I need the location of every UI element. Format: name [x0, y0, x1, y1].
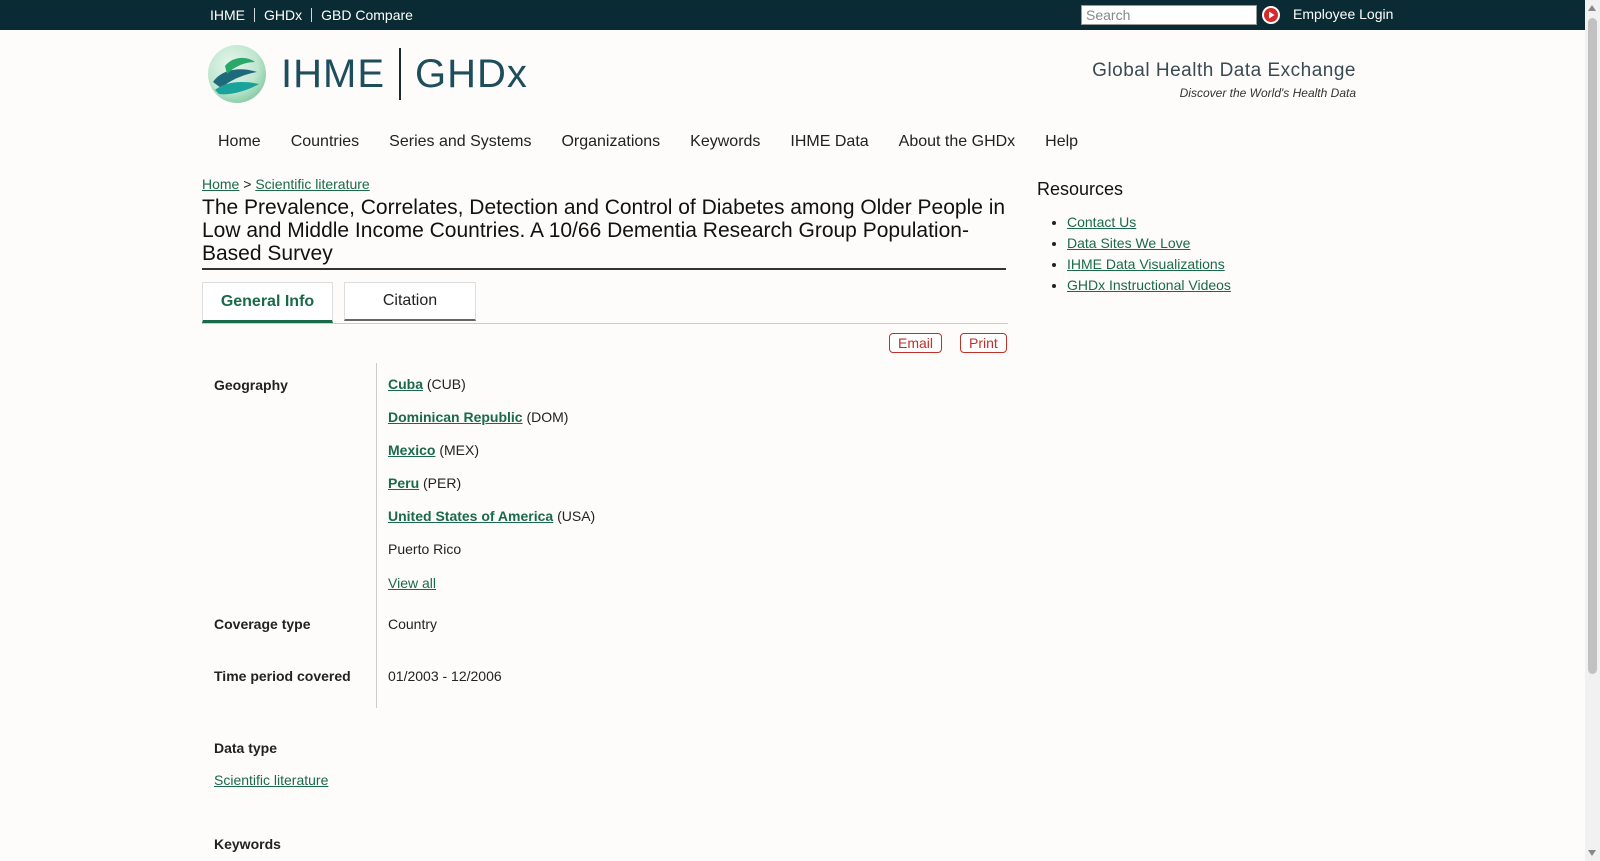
logo-divider [399, 48, 401, 100]
list-item: Peru (PER) [388, 475, 595, 508]
page-scrollbar[interactable] [1585, 0, 1600, 861]
scroll-up-icon[interactable] [1588, 5, 1596, 11]
time-period-label: Time period covered [214, 668, 351, 684]
top-link-gbd-compare[interactable]: GBD Compare [311, 8, 422, 22]
list-item: Puerto Rico [388, 541, 595, 574]
tagline-title: Global Health Data Exchange [1092, 60, 1356, 81]
region-name: Puerto Rico [388, 541, 462, 557]
search-input[interactable] [1081, 5, 1257, 25]
data-type-link[interactable]: Scientific literature [214, 772, 328, 788]
top-link-ghdx[interactable]: GHDx [254, 8, 311, 22]
country-link[interactable]: United States of America [388, 508, 553, 524]
country-code: (PER) [423, 475, 462, 491]
nav-ihme-data[interactable]: IHME Data [775, 130, 883, 154]
logo-ihme-text: IHME [281, 51, 385, 96]
list-item: Dominican Republic (DOM) [388, 409, 595, 442]
country-link[interactable]: Cuba [388, 376, 423, 392]
breadcrumb-separator: > [243, 176, 252, 192]
keywords-label: Keywords [214, 836, 281, 852]
employee-login-link[interactable]: Employee Login [1293, 6, 1393, 22]
leaf-globe-icon [208, 45, 266, 103]
list-item: GHDx Instructional Videos [1067, 277, 1231, 298]
nav-countries[interactable]: Countries [276, 130, 374, 154]
field-divider [376, 363, 377, 708]
page-title: The Prevalence, Correlates, Detection an… [202, 196, 1006, 270]
tab-citation[interactable]: Citation [344, 282, 476, 321]
nav-help[interactable]: Help [1030, 130, 1093, 154]
country-code: (USA) [557, 508, 596, 524]
record-tabs: General Info Citation [202, 282, 1008, 324]
country-code: (MEX) [439, 442, 480, 458]
resources-heading: Resources [1037, 179, 1124, 199]
country-link[interactable]: Mexico [388, 442, 435, 458]
country-code: (CUB) [426, 376, 466, 392]
print-button[interactable]: Print [960, 333, 1007, 353]
country-link[interactable]: Peru [388, 475, 419, 491]
email-button[interactable]: Email [889, 333, 943, 353]
list-item: Data Sites We Love [1067, 235, 1231, 256]
main-navigation: Home Countries Series and Systems Organi… [203, 130, 1093, 154]
view-all-geography-link[interactable]: View all [388, 575, 436, 591]
resource-link-videos[interactable]: GHDx Instructional Videos [1067, 277, 1231, 293]
geography-label: Geography [214, 377, 288, 393]
list-item: Mexico (MEX) [388, 442, 595, 475]
list-item: United States of America (USA) [388, 508, 595, 541]
resources-list: Contact Us Data Sites We Love IHME Data … [1049, 214, 1231, 298]
list-item: IHME Data Visualizations [1067, 256, 1231, 277]
nav-home[interactable]: Home [203, 130, 276, 154]
scrollbar-thumb[interactable] [1588, 18, 1597, 674]
top-links: IHME GHDx GBD Compare [204, 0, 422, 30]
ihme-ghdx-logo[interactable]: IHME GHDx [207, 44, 528, 104]
nav-organizations[interactable]: Organizations [546, 130, 675, 154]
top-link-ihme[interactable]: IHME [204, 8, 254, 22]
resource-link-visualizations[interactable]: IHME Data Visualizations [1067, 256, 1225, 272]
data-type-label: Data type [214, 740, 278, 756]
breadcrumb-home[interactable]: Home [202, 176, 239, 192]
breadcrumb-current[interactable]: Scientific literature [255, 176, 369, 192]
geography-list: Cuba (CUB) Dominican Republic (DOM) Mexi… [388, 376, 595, 574]
country-code: (DOM) [526, 409, 569, 425]
coverage-type-value: Country [388, 616, 438, 632]
resource-link-data-sites[interactable]: Data Sites We Love [1067, 235, 1190, 251]
time-period-value: 01/2003 - 12/2006 [388, 668, 502, 684]
breadcrumb: Home > Scientific literature [202, 176, 370, 192]
top-utility-bar: IHME GHDx GBD Compare Employee Login [0, 0, 1585, 30]
site-tagline: Global Health Data Exchange Discover the… [1092, 60, 1356, 100]
tagline-subtitle: Discover the World's Health Data [1179, 86, 1356, 100]
list-item: Cuba (CUB) [388, 376, 595, 409]
country-link[interactable]: Dominican Republic [388, 409, 523, 425]
nav-series-and-systems[interactable]: Series and Systems [374, 130, 546, 154]
resource-link-contact-us[interactable]: Contact Us [1067, 214, 1136, 230]
tab-general-info[interactable]: General Info [202, 282, 333, 323]
search-submit-button[interactable] [1262, 6, 1280, 24]
logo-ghdx-text: GHDx [415, 51, 528, 96]
nav-keywords[interactable]: Keywords [675, 130, 775, 154]
coverage-type-label: Coverage type [214, 616, 311, 632]
nav-about-the-ghdx[interactable]: About the GHDx [884, 130, 1031, 154]
list-item: Contact Us [1067, 214, 1231, 235]
play-arrow-icon [1262, 6, 1280, 24]
scroll-down-icon[interactable] [1588, 850, 1596, 856]
